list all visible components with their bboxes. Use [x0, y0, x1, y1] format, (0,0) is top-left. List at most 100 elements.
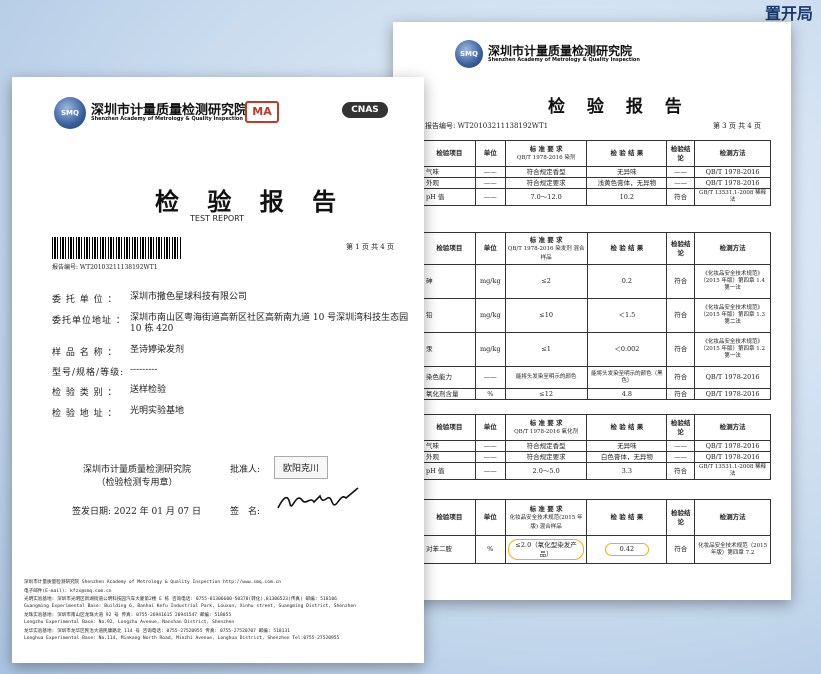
field-client-address: 委托单位地址 ： 深圳市南山区粤海街道高新区社区高新南九道 10 号深圳湾科技生态… — [52, 313, 420, 336]
back-org-header: SMQ 深圳市计量质量检测研究院 Shenzhen Academy of Met… — [455, 40, 640, 68]
table-cell: mg/kg — [474, 264, 506, 299]
header-cell: 检测方法 — [694, 140, 771, 167]
report-page-3: SMQ 深圳市计量质量检测研究院 Shenzhen Academy of Met… — [393, 22, 791, 600]
header-cell: 检验项目 — [423, 499, 476, 536]
org-name-cn: 深圳市计量质量检测研究院 — [488, 44, 633, 59]
page-title: 检 验 报 告 — [548, 97, 690, 117]
table-row: pH 值 —— 7.0～12.0 10.2 符合 GB/T 13531.1-2008 稀释… — [423, 188, 771, 206]
highlighted-result: 0.42 — [604, 543, 650, 556]
table-cell: —— — [474, 188, 506, 206]
table-cell: 铅 — [423, 298, 476, 333]
field-label: 型号/规格/等级: — [52, 368, 125, 378]
header-cell: 单位 — [474, 414, 506, 441]
table-cell: —— — [666, 439, 696, 453]
header-cell: 单位 — [474, 499, 506, 536]
footer-line: 龙珠实验基地: 深圳市南山区龙珠大道 92 号 传真: 0755-2694161… — [24, 613, 232, 618]
table-row: 汞 mg/kg ≤1 ＜0.002 符合 《化妆品安全技术规范》（2015 年版）第四章 … — [423, 332, 771, 367]
header-cell: 检 验 结 果 — [586, 140, 668, 167]
header-cell: 检验结论 — [666, 140, 696, 167]
table-cell: 无异味 — [586, 439, 668, 453]
table-cell: 0.2 — [586, 264, 668, 299]
issuer-name: 深圳市计量质量检测研究院 — [82, 465, 191, 475]
table-cell: 7.0～12.0 — [504, 188, 588, 206]
table-cell: 符合规定香型 — [504, 439, 588, 453]
approver-label: 批准人: — [230, 465, 261, 475]
table-row: 氧化剂含量% ≤12 4.8 符合 QB/T 1978-2016 — [423, 387, 771, 401]
header-cell: 单位 — [474, 140, 506, 167]
table-cell: ≤2.0（氧化型染发产品） — [504, 535, 588, 564]
table-row: 染色能力 —— 能将头发染至明示的颜色 能将头发染至明示的颜色（黑色） 符合 QB/T 1… — [423, 366, 771, 389]
table-cell: —— — [666, 177, 696, 190]
table-row: 气味 —— 符合规定香型 无异味 —— QB/T 1978-2016 — [423, 165, 771, 179]
table-row: pH 值 —— 2.0～5.0 3.3 符合 GB/T 13531.1-2008 稀释法 — [423, 462, 771, 480]
org-name-cn: 深圳市计量质量检测研究院 — [91, 102, 248, 118]
header-cell: 检验结论 — [666, 414, 696, 441]
report-number: 报告编号: WT20103211138192WT1 — [425, 122, 549, 130]
table-cell: —— — [666, 451, 696, 464]
field-value: --------- — [130, 365, 158, 375]
table-row: 对苯二胺 % ≤2.0（氧化型染发产品） 0.42 符合 化妆品安全技术规范（2… — [423, 535, 771, 564]
table-row: 铅 mg/kg ≤10 ＜1.5 符合 《化妆品安全技术规范》（2015 年版）第四章 1… — [423, 298, 771, 333]
footer-line: Longzhu Experimental Base: No.92, Longzh… — [24, 620, 235, 625]
handwritten-signature — [277, 487, 359, 509]
header-cell: 检验项目 — [423, 140, 476, 167]
table-cell: 气味 — [423, 165, 476, 179]
table-cell: 气味 — [423, 439, 476, 453]
sign-date: 签发日期: 2022 年 01 月 07 日 — [72, 507, 202, 517]
table-row: 气味 —— 符合规定香型 无异味 —— QB/T 1978-2016 — [423, 439, 771, 453]
footer-line: 电子邮件(E-mail): kfzx@smq.com.cn — [24, 589, 112, 594]
table-cell: 符合 — [666, 387, 696, 401]
header-cell: 检验项目 — [423, 414, 476, 441]
table-cell: 符合 — [666, 462, 696, 480]
field-inspection-type: 检 验 类 别 ： 送样检验 — [52, 385, 420, 398]
table-cell: QB/T 1978-2016 — [694, 451, 771, 464]
table-cell: QB/T 1978-2016 — [694, 366, 771, 389]
field-value: 送样检验 — [130, 385, 167, 395]
report-page-1: SMQ 深圳市计量质量检测研究院 Shenzhen Academy of Met… — [12, 77, 424, 663]
page-number: 第 3 页 共 4 页 — [712, 122, 761, 130]
table-row: 外观 —— 符合规定要求 浅黄色膏体，无异物 —— QB/T 1978-2016 — [423, 177, 771, 190]
table-cell: —— — [474, 462, 506, 480]
page-title: 检 验 报 告 — [155, 187, 347, 216]
cnas-logo-icon: CNAS — [342, 102, 388, 118]
table-cell: 外观 — [423, 451, 476, 464]
table-cell: mg/kg — [474, 332, 506, 367]
table-cell: 能将头发染至明示的颜色 — [504, 366, 588, 389]
table-cell: 能将头发染至明示的颜色（黑色） — [586, 366, 668, 389]
page-subtitle: TEST REPORT — [190, 214, 245, 223]
table-cell: 符合 — [666, 264, 696, 299]
page-number: 第 1 页 共 4 页 — [345, 243, 394, 251]
table-cell: —— — [474, 366, 506, 389]
header-cell: 单位 — [474, 232, 506, 265]
table-cell: 化妆品安全技术规范（2015 年版）第四章 7.2 — [694, 535, 771, 564]
table-cell: ＜1.5 — [586, 298, 668, 333]
table-cell: 10.2 — [586, 188, 668, 206]
field-label: 检 验 类 别 ： — [52, 388, 118, 398]
header-cell: 标 准 要 求化妆品安全技术规范(2015 年版) 混合样品 — [504, 499, 588, 536]
table-cell: 符合 — [666, 535, 696, 564]
header-cell: 检 验 结 果 — [586, 232, 668, 265]
highlighted-requirement: ≤2.0（氧化型染发产品） — [507, 539, 585, 560]
header-cell: 检测方法 — [694, 232, 771, 265]
table-cell: QB/T 1978-2016 — [694, 177, 771, 190]
table-cell: 符合规定要求 — [504, 177, 588, 190]
header-cell: 检 验 结 果 — [586, 414, 668, 441]
table-cell: pH 值 — [423, 188, 476, 206]
table-cell: ≤1 — [504, 332, 588, 367]
footer-line: 龙华实验基地: 深圳市龙华区民治大道民康路北 114 号 咨询电话: 0755-… — [24, 629, 290, 634]
table-cell: 符合 — [666, 298, 696, 333]
header-cell: 标 准 要 求 QB/T 1978-2016 染剂 — [504, 140, 588, 167]
footer-line: 光明实验基地: 深圳市光明区新湖街道公明科技园汽车大厦第2楼 E 栋 咨询电话:… — [24, 597, 337, 602]
table-cell: 无异味 — [586, 165, 668, 179]
table-cell: ≤12 — [504, 387, 588, 401]
table-cell: —— — [666, 165, 696, 179]
test-table-heavy-metals: 检验项目 单位 标 准 要 求 QB/T 1978-2016 染发剂 混合样品 检… — [423, 232, 771, 401]
table-cell: ＜0.002 — [586, 332, 668, 367]
test-table-dye: 检验项目 单位 标 准 要 求 QB/T 1978-2016 染剂 检 验 结 果… — [423, 140, 771, 206]
table-cell: GB/T 13531.1-2008 稀释法 — [694, 462, 771, 480]
org-name-en: Shenzhen Academy of Metrology & Quality … — [488, 56, 640, 63]
table-cell: pH 值 — [423, 462, 476, 480]
field-inspection-site: 检 验 地 址 ： 光明实验基地 — [52, 406, 420, 419]
front-org-header: SMQ 深圳市计量质量检测研究院 Shenzhen Academy of Met… — [54, 97, 247, 129]
report-number: 报告编号: WT20103211138192WT1 — [52, 264, 158, 271]
